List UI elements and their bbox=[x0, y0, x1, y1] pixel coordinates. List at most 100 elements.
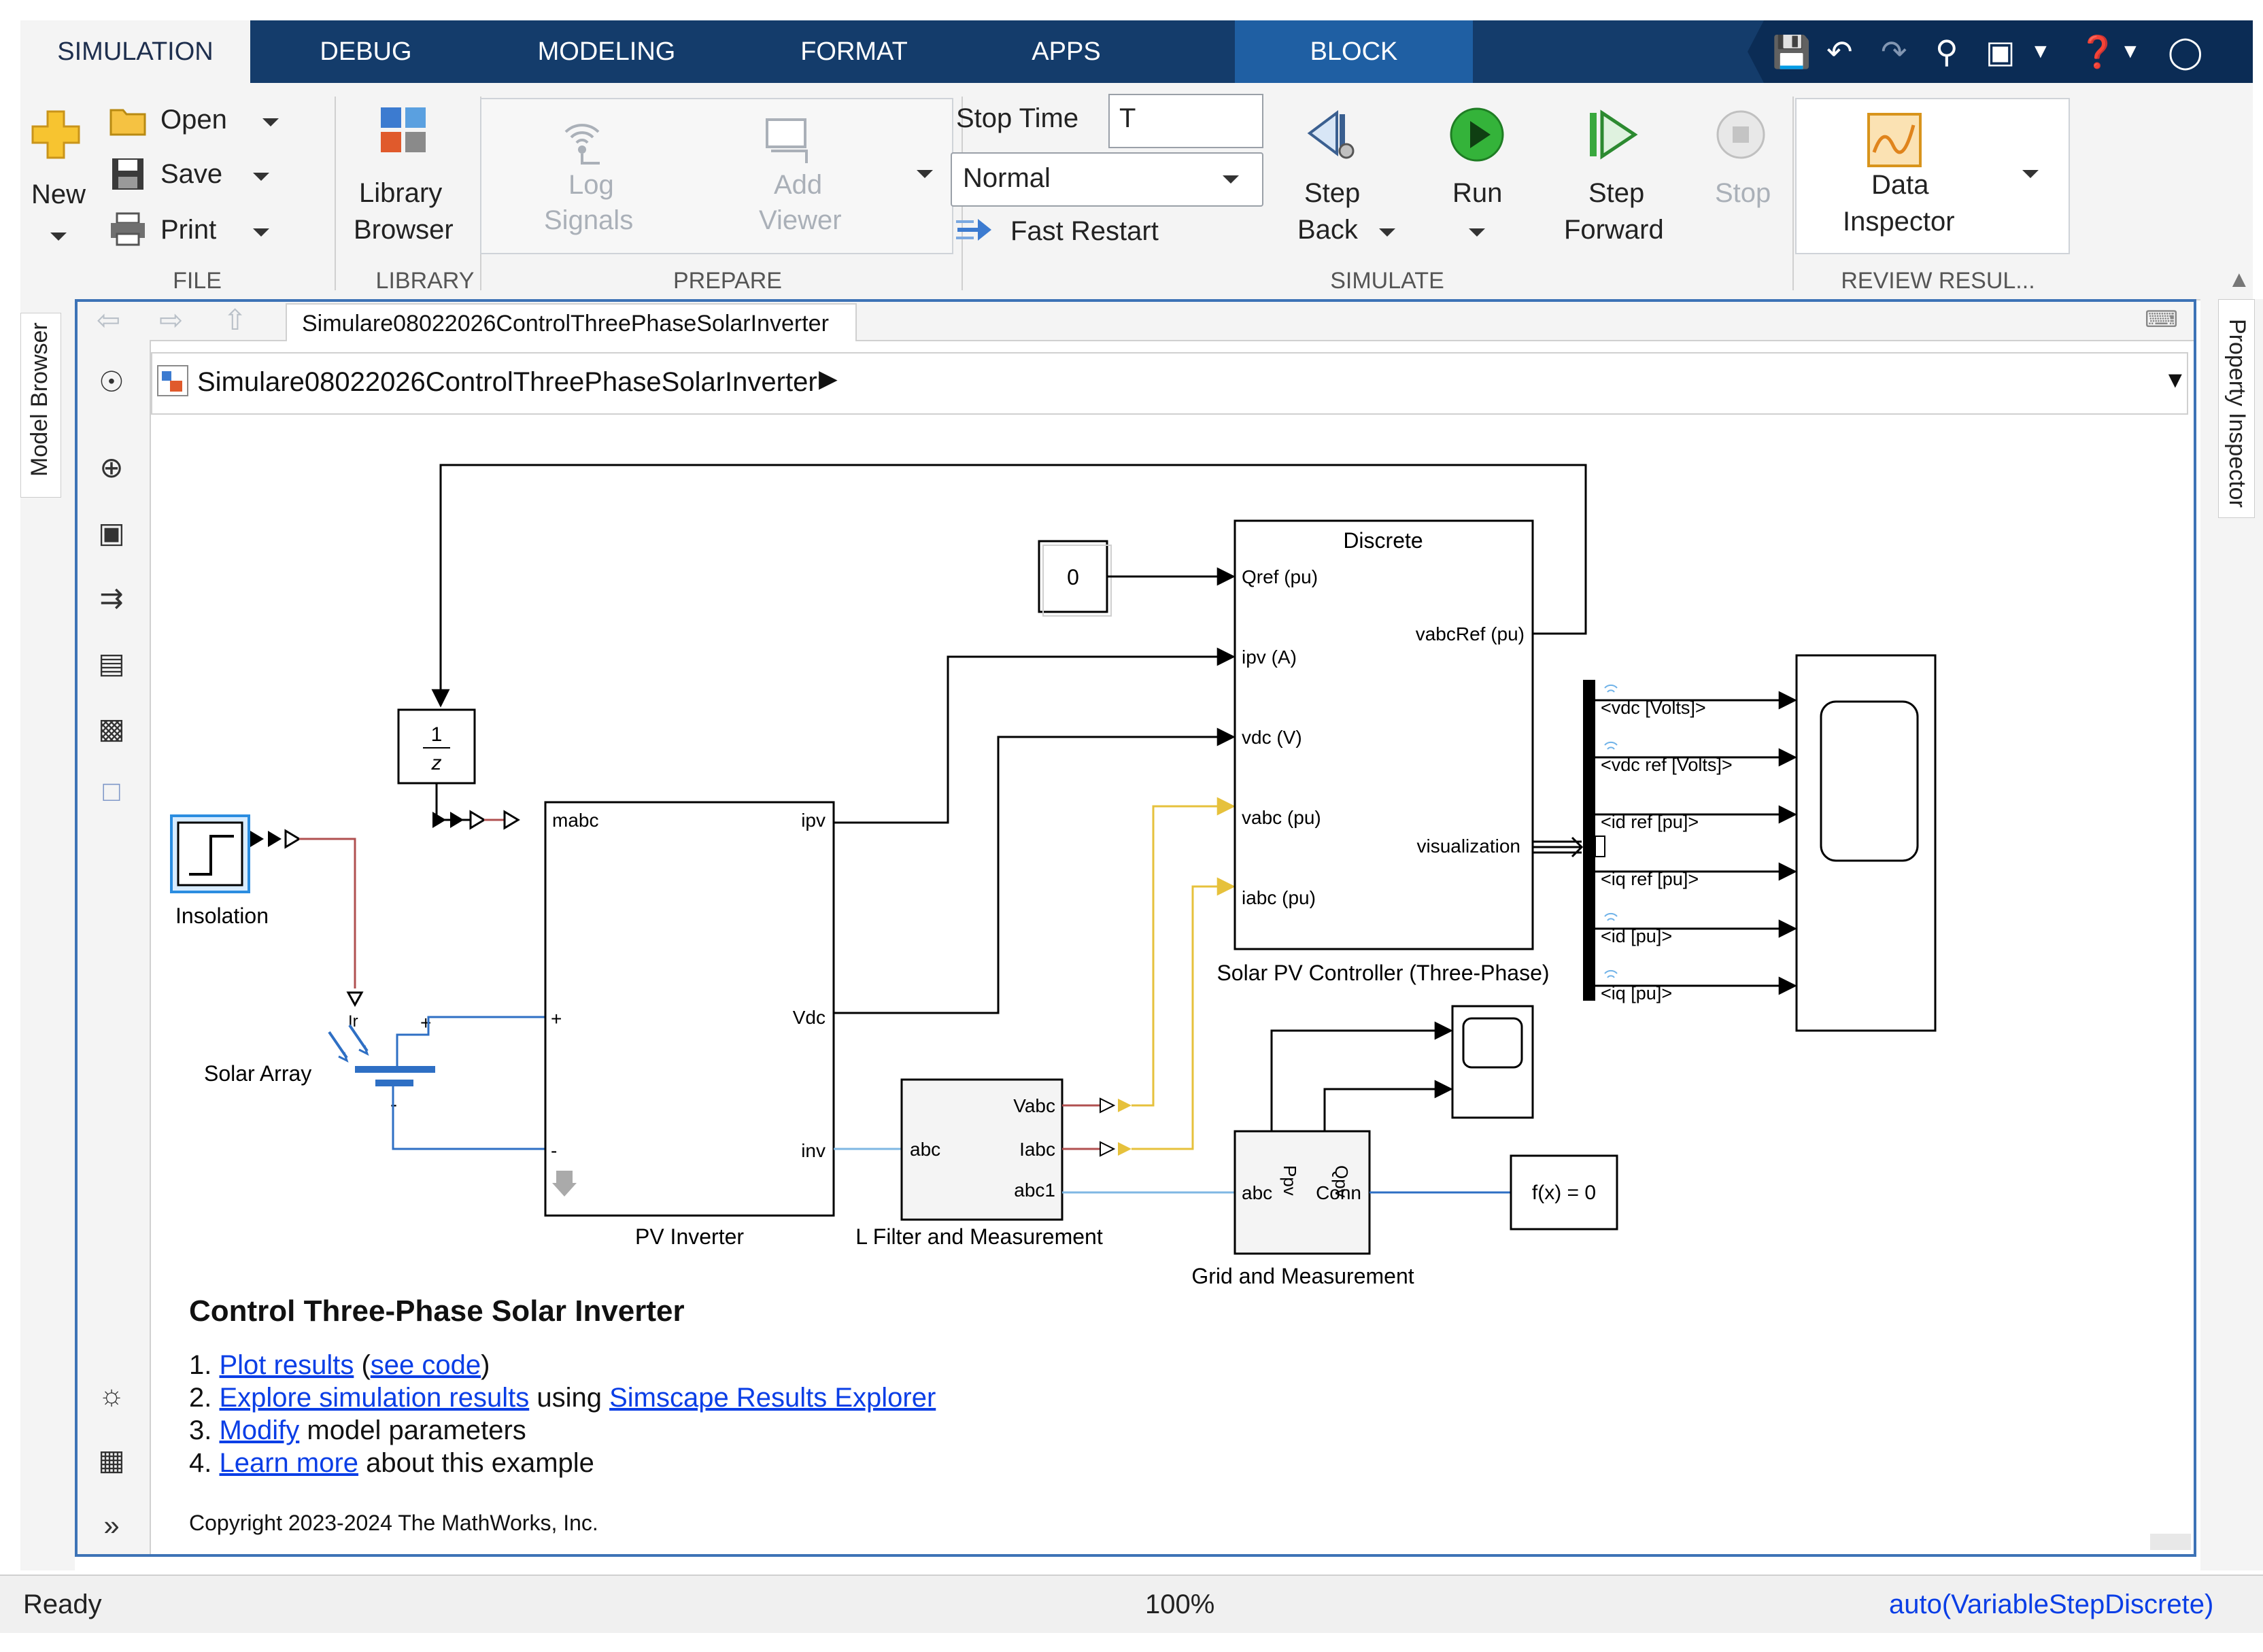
help-icon[interactable]: ❓ bbox=[2078, 33, 2117, 71]
signal-iabc[interactable] bbox=[1132, 877, 1236, 1150]
tab-simulation[interactable]: SIMULATION bbox=[20, 20, 250, 83]
annotation-title: Control Three-Phase Solar Inverter bbox=[189, 1294, 685, 1328]
simulate-group-title: SIMULATE bbox=[1330, 268, 1444, 294]
print-button[interactable]: Print bbox=[160, 215, 216, 245]
explore-results-link[interactable]: Explore simulation results bbox=[219, 1383, 529, 1413]
zoom-icon[interactable]: ⊕ bbox=[92, 449, 131, 487]
step-back-dropdown-icon[interactable] bbox=[1379, 228, 1395, 237]
signal-arrows-icon[interactable]: ⇉ bbox=[92, 579, 131, 617]
open-dropdown-icon[interactable] bbox=[262, 118, 279, 126]
find-icon[interactable]: ⚲ bbox=[1935, 33, 1958, 71]
help-dropdown-icon[interactable]: ▼ bbox=[2120, 33, 2141, 71]
forward-icon[interactable]: ⇨ bbox=[159, 303, 183, 337]
tab-block[interactable]: BLOCK bbox=[1235, 20, 1473, 83]
redo-icon[interactable]: ↷ bbox=[1881, 33, 1907, 71]
add-viewer-line2[interactable]: Viewer bbox=[759, 205, 842, 236]
prepare-gallery-dropdown-icon[interactable] bbox=[917, 170, 933, 178]
learn-more-link[interactable]: Learn more bbox=[219, 1448, 358, 1478]
collapse-icon[interactable]: ◯ bbox=[2168, 33, 2202, 71]
save-dropdown-icon[interactable] bbox=[253, 173, 269, 181]
stop-button[interactable]: Stop bbox=[1715, 178, 1771, 209]
new-button[interactable]: New bbox=[31, 179, 86, 210]
step-back-line2[interactable]: Back bbox=[1297, 215, 1358, 245]
library-browser-line2[interactable]: Browser bbox=[354, 215, 454, 245]
unit-delay-block[interactable]: 1 z bbox=[397, 708, 476, 785]
signal-mabc[interactable] bbox=[435, 783, 475, 821]
hide-explorer-bar-icon[interactable]: ⌨ bbox=[2145, 306, 2178, 333]
solver-configuration-block[interactable]: f(x) = 0 bbox=[1510, 1154, 1618, 1231]
fit-to-view-icon[interactable]: ▣ bbox=[92, 514, 131, 552]
zoom-level[interactable]: 100% bbox=[1145, 1589, 1214, 1620]
step-back-line1[interactable]: Step bbox=[1304, 178, 1360, 209]
grid-measurement-label: Grid and Measurement bbox=[1191, 1264, 1414, 1288]
run-dropdown-icon[interactable] bbox=[1469, 228, 1485, 237]
review-gallery-dropdown-icon[interactable] bbox=[2022, 170, 2039, 178]
solar-pv-controller-block[interactable]: Discrete Qref (pu) ipv (A) vdc (V) vabc … bbox=[1233, 519, 1534, 950]
signal-vdc[interactable] bbox=[834, 727, 1236, 1014]
step-forward-line1[interactable]: Step bbox=[1588, 178, 1644, 209]
signal-vabc[interactable] bbox=[1132, 797, 1236, 1107]
breadcrumb-arrow-icon[interactable]: ▶ bbox=[819, 364, 838, 393]
tab-modeling[interactable]: MODELING bbox=[505, 20, 709, 83]
tab-debug[interactable]: DEBUG bbox=[284, 20, 447, 83]
run-button[interactable]: Run bbox=[1452, 178, 1502, 209]
signal-insolation[interactable] bbox=[299, 838, 356, 988]
property-inspector-tab[interactable]: Property Inspector bbox=[2218, 299, 2255, 518]
step-forward-line2[interactable]: Forward bbox=[1564, 215, 1664, 245]
tab-apps[interactable]: APPS bbox=[1005, 20, 1127, 83]
dropdown-icon[interactable]: ▼ bbox=[2030, 33, 2051, 71]
new-icon[interactable] bbox=[30, 109, 82, 160]
back-icon[interactable]: ⇦ bbox=[97, 303, 120, 337]
solar-array-block[interactable]: Ir + - bbox=[328, 991, 435, 1116]
window-icon[interactable]: ▣ bbox=[1986, 33, 2015, 71]
screenshot-icon[interactable]: ☼ bbox=[92, 1376, 131, 1414]
new-dropdown-icon[interactable] bbox=[50, 233, 67, 241]
l-filter-block[interactable]: abc Vabc Iabc abc1 bbox=[900, 1078, 1064, 1221]
grid-measurement-block[interactable]: abc Conn Ppv Qpv bbox=[1233, 1130, 1371, 1255]
plot-results-link[interactable]: Plot results bbox=[219, 1350, 354, 1380]
print-dropdown-icon[interactable] bbox=[253, 228, 269, 237]
see-code-link[interactable]: see code bbox=[371, 1350, 481, 1380]
signal-ppv[interactable] bbox=[1270, 1021, 1453, 1131]
model-tree-icon[interactable]: ▦ bbox=[92, 1441, 131, 1479]
modify-link[interactable]: Modify bbox=[219, 1415, 299, 1445]
save-button[interactable]: Save bbox=[160, 159, 222, 190]
model-browser-tab[interactable]: Model Browser bbox=[20, 313, 61, 498]
tab-format[interactable]: FORMAT bbox=[766, 20, 942, 83]
up-icon[interactable]: ⇧ bbox=[223, 303, 247, 337]
image-icon[interactable]: ▩ bbox=[92, 710, 131, 748]
undo-icon[interactable]: ↶ bbox=[1826, 33, 1853, 71]
bus-selector[interactable] bbox=[1583, 680, 1595, 1001]
area-icon[interactable]: □ bbox=[92, 772, 131, 810]
simulation-mode-select[interactable]: Normal bbox=[951, 152, 1263, 207]
hide-browser-icon[interactable]: ☉ bbox=[92, 363, 131, 401]
constant-block[interactable]: 0 bbox=[1038, 540, 1112, 617]
expand-toolbar-icon[interactable]: » bbox=[92, 1507, 131, 1545]
breadcrumb[interactable]: Simulare08022026ControlThreePhaseSolarIn… bbox=[197, 367, 817, 398]
model-tab[interactable]: Simulare08022026ControlThreePhaseSolarIn… bbox=[286, 303, 857, 341]
breadcrumb-dropdown-icon[interactable]: ▼ bbox=[2164, 367, 2187, 394]
stop-time-input[interactable]: T bbox=[1108, 94, 1263, 148]
fast-restart-button[interactable]: Fast Restart bbox=[1010, 216, 1159, 247]
save-icon[interactable]: 💾 bbox=[1772, 33, 1811, 71]
open-button[interactable]: Open bbox=[160, 105, 227, 135]
log-signals-line2[interactable]: Signals bbox=[544, 205, 633, 236]
annotation-icon[interactable]: ▤ bbox=[92, 644, 131, 683]
pv-inverter-block[interactable]: mabc + - ipv Vdc inv bbox=[503, 801, 835, 1217]
data-inspector-line1[interactable]: Data bbox=[1871, 170, 1929, 201]
solver-status[interactable]: auto(VariableStepDiscrete) bbox=[1889, 1589, 2213, 1620]
scope-block[interactable] bbox=[1795, 654, 1937, 1032]
prepare-group-title: PREPARE bbox=[673, 268, 782, 294]
signal-qpv[interactable] bbox=[1323, 1080, 1453, 1131]
library-browser-line1[interactable]: Library bbox=[359, 178, 442, 209]
log-signals-line1[interactable]: Log bbox=[568, 170, 614, 201]
connection-minus[interactable] bbox=[392, 1086, 549, 1150]
resize-grip-icon[interactable] bbox=[2150, 1534, 2191, 1550]
signal-ipv[interactable] bbox=[834, 647, 1236, 824]
collapse-ribbon-icon[interactable]: ▲ bbox=[2228, 266, 2251, 293]
insolation-step-block[interactable] bbox=[170, 814, 250, 893]
simscape-results-explorer-link[interactable]: Simscape Results Explorer bbox=[609, 1383, 936, 1413]
add-viewer-line1[interactable]: Add bbox=[774, 170, 822, 201]
small-scope-block[interactable] bbox=[1451, 1005, 1534, 1119]
data-inspector-line2[interactable]: Inspector bbox=[1843, 207, 1955, 237]
